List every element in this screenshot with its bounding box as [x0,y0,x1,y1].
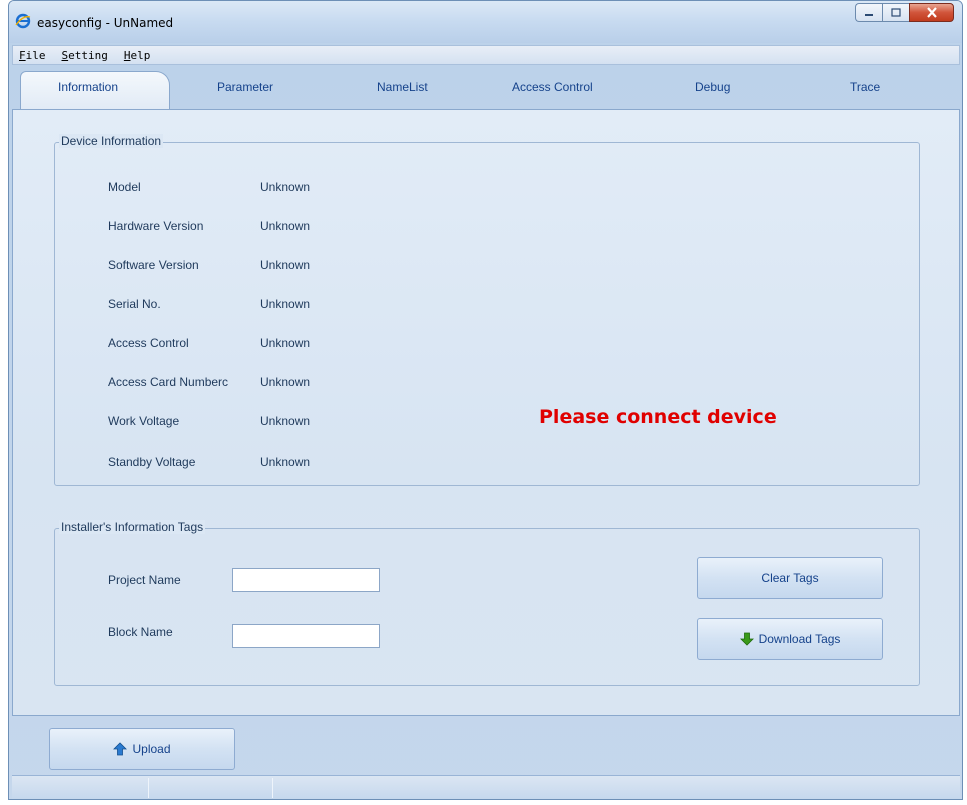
close-button[interactable] [909,3,954,22]
hardware-version-value: Unknown [260,219,311,233]
upload-button[interactable]: Upload [49,728,235,770]
close-icon [926,7,937,18]
download-tags-button[interactable]: Download Tags [697,618,883,660]
access-control-value: Unknown [260,336,311,350]
minimize-button[interactable] [855,3,882,22]
tab-trace[interactable]: Trace [850,80,880,94]
software-version-label: Software Version [108,258,199,272]
menu-setting[interactable]: Setting [62,49,108,62]
tab-strip: Information Parameter NameList Access Co… [12,67,960,113]
tab-content-information: Device Information Model Unknown Hardwar… [12,109,960,716]
menu-help[interactable]: Help [124,49,151,62]
app-window: easyconfig - UnNamed File Setting Help I… [8,0,963,800]
menu-bar: File Setting Help [12,45,960,65]
status-separator [148,778,149,798]
app-logo-icon [15,13,31,29]
serial-no-label: Serial No. [108,297,161,311]
status-separator [272,778,273,798]
caption-buttons [855,3,954,22]
tab-debug[interactable]: Debug [695,80,730,94]
clear-tags-label: Clear Tags [761,571,819,585]
software-version-value: Unknown [260,258,311,272]
hardware-version-label: Hardware Version [108,219,204,233]
work-voltage-label: Work Voltage [108,414,180,428]
block-name-label: Block Name [108,625,173,639]
window-title: easyconfig - UnNamed [37,16,174,30]
tab-namelist[interactable]: NameList [377,80,428,94]
standby-voltage-label: Standby Voltage [108,455,196,469]
connect-device-message: Please connect device [539,406,777,428]
serial-no-value: Unknown [260,297,311,311]
access-card-number-label: Access Card Numberc [108,375,229,389]
model-value: Unknown [260,180,311,194]
maximize-button[interactable] [882,3,909,22]
clear-tags-button[interactable]: Clear Tags [697,557,883,599]
download-tags-label: Download Tags [758,632,841,646]
access-card-number-value: Unknown [260,375,311,389]
work-voltage-value: Unknown [260,414,311,428]
model-label: Model [108,180,141,194]
installer-information-title: Installer's Information Tags [59,520,206,534]
device-information-group: Device Information Model Unknown Hardwar… [54,134,920,486]
device-information-title: Device Information [59,134,164,148]
tab-parameter[interactable]: Parameter [217,80,273,94]
menu-file[interactable]: File [19,49,46,62]
tab-information[interactable]: Information [58,80,118,94]
title-bar: easyconfig - UnNamed [9,1,962,43]
access-control-label: Access Control [108,336,189,350]
block-name-input[interactable] [232,624,380,648]
upload-arrow-icon [113,742,128,756]
upload-label: Upload [132,742,171,756]
standby-voltage-value: Unknown [260,455,311,469]
download-arrow-icon [739,632,754,646]
installer-information-group: Installer's Information Tags Project Nam… [54,520,920,686]
project-name-input[interactable] [232,568,380,592]
maximize-icon [891,8,901,17]
minimize-icon [865,13,873,16]
tab-access-control[interactable]: Access Control [512,80,593,94]
status-bar [12,775,960,799]
project-name-label: Project Name [108,573,181,587]
